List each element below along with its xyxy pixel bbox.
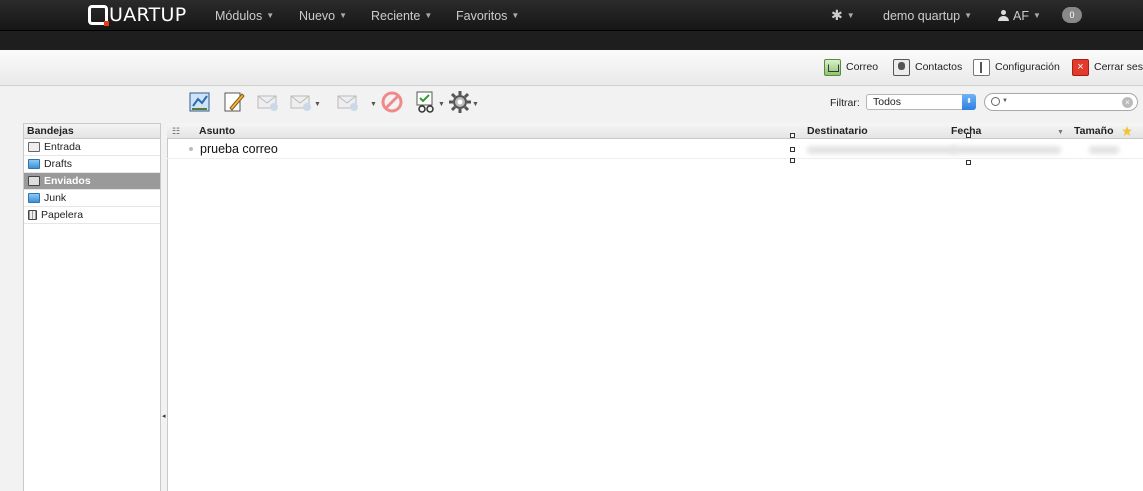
caret-down-icon: ▼: [846, 11, 855, 20]
folder-icon: [28, 159, 40, 169]
column-asunto[interactable]: Asunto: [199, 125, 235, 137]
search-icon: [991, 97, 1000, 106]
search-options-caret-icon[interactable]: ▼: [1002, 98, 1008, 104]
message-list-header: ☷ Asunto Destinatario Fecha ▼ Tamaño: [167, 123, 1143, 139]
search-clear-icon[interactable]: ×: [1122, 97, 1133, 108]
sub-navbar: [0, 31, 1143, 50]
message-list: [167, 123, 1143, 491]
mark-dropdown-arrow[interactable]: ▼: [438, 101, 445, 108]
caret-down-icon: ▼: [339, 11, 348, 20]
forward-dropdown-arrow[interactable]: ▼: [370, 101, 377, 108]
logo-text: UARTUP: [109, 4, 187, 26]
size-redacted: [1089, 146, 1119, 154]
list-options-icon[interactable]: ☷: [172, 126, 180, 137]
notifications-badge[interactable]: 0: [1062, 7, 1082, 23]
resize-handle[interactable]: [966, 133, 971, 138]
collapse-arrow-icon[interactable]: ◂: [162, 412, 166, 420]
check-mail-button[interactable]: [188, 90, 212, 114]
reply-button[interactable]: [256, 90, 280, 114]
caret-down-icon: ▼: [1032, 11, 1041, 20]
correo-link[interactable]: Correo: [824, 57, 878, 77]
more-actions-dropdown-arrow[interactable]: ▼: [472, 101, 479, 108]
user-icon: [998, 10, 1009, 21]
contacts-icon: [893, 58, 910, 76]
compose-icon: [224, 92, 245, 112]
menu-nuevo[interactable]: Nuevo ▼: [299, 0, 347, 31]
recipient-redacted: [807, 146, 957, 154]
webmail-header: [0, 50, 1143, 86]
gear-icon: ✱: [831, 7, 843, 23]
mark-icon: [416, 91, 434, 113]
filter-label: Filtrar:: [830, 97, 860, 109]
contactos-link[interactable]: Contactos: [893, 57, 962, 77]
configuracion-link[interactable]: Configuración: [973, 57, 1060, 77]
table-row[interactable]: prueba correo: [167, 141, 1143, 159]
reply-all-button[interactable]: [289, 90, 313, 114]
check-mail-icon: [189, 92, 210, 112]
menu-modulos[interactable]: Módulos ▼: [215, 0, 274, 31]
folder-item-entrada[interactable]: Entrada: [24, 139, 160, 156]
folder-item-papelera[interactable]: Papelera: [24, 207, 160, 224]
folder-item-enviados[interactable]: Enviados: [24, 173, 160, 190]
folder-item-junk[interactable]: Junk: [24, 190, 160, 207]
top-navbar: UARTUP Módulos ▼ Nuevo ▼ Reciente ▼ Favorit…: [0, 0, 1143, 31]
quartup-logo[interactable]: UARTUP: [88, 3, 187, 27]
resize-handle[interactable]: [790, 147, 795, 152]
compose-button[interactable]: [222, 90, 246, 114]
filter-select[interactable]: Todos ⬍: [866, 94, 976, 110]
more-actions-icon: [449, 91, 471, 113]
caret-down-icon: ▼: [266, 11, 275, 20]
profile-menu[interactable]: AF ▼: [998, 0, 1041, 31]
select-arrows-icon: ⬍: [962, 94, 976, 110]
sort-desc-icon: ▼: [1057, 129, 1064, 136]
forward-button[interactable]: [336, 90, 360, 114]
forward-icon: [337, 95, 358, 111]
unread-dot-icon: [189, 147, 193, 151]
folder-panel: Bandejas Entrada Drafts Enviados Junk Pa…: [23, 123, 161, 491]
trash-icon: [28, 210, 37, 220]
reply-all-icon: [290, 95, 311, 111]
folder-item-drafts[interactable]: Drafts: [24, 156, 160, 173]
mail-icon: [824, 58, 841, 76]
column-destinatario[interactable]: Destinatario: [807, 125, 868, 137]
mark-button[interactable]: [414, 90, 438, 114]
delete-button[interactable]: [380, 90, 404, 114]
folders-header: Bandejas: [24, 124, 160, 139]
inbox-icon: [28, 142, 40, 152]
menu-favoritos[interactable]: Favoritos ▼: [456, 0, 519, 31]
sent-icon: [28, 176, 40, 186]
settings-menu[interactable]: ✱ ▼: [831, 0, 855, 31]
menu-reciente[interactable]: Reciente ▼: [371, 0, 432, 31]
more-actions-button[interactable]: [448, 90, 472, 114]
caret-down-icon: ▼: [511, 11, 520, 20]
logout-link[interactable]: × Cerrar sesi: [1072, 57, 1143, 77]
resize-handle[interactable]: [790, 133, 795, 138]
resize-handle[interactable]: [966, 160, 971, 165]
resize-handle[interactable]: [790, 158, 795, 163]
date-redacted: [951, 146, 1061, 154]
delete-icon: [381, 91, 403, 113]
column-tamano[interactable]: Tamaño: [1074, 125, 1113, 137]
reply-icon: [257, 95, 278, 111]
logout-icon: ×: [1072, 58, 1089, 76]
user-menu[interactable]: demo quartup ▼: [883, 0, 972, 31]
settings-icon: [973, 58, 990, 76]
reply-all-dropdown-arrow[interactable]: ▼: [314, 101, 321, 108]
caret-down-icon: ▼: [964, 11, 973, 20]
folder-icon: [28, 193, 40, 203]
caret-down-icon: ▼: [424, 11, 433, 20]
filter-selected-value: Todos: [873, 96, 902, 108]
logo-q-mark: [88, 5, 109, 26]
message-subject: prueba correo: [200, 142, 278, 156]
